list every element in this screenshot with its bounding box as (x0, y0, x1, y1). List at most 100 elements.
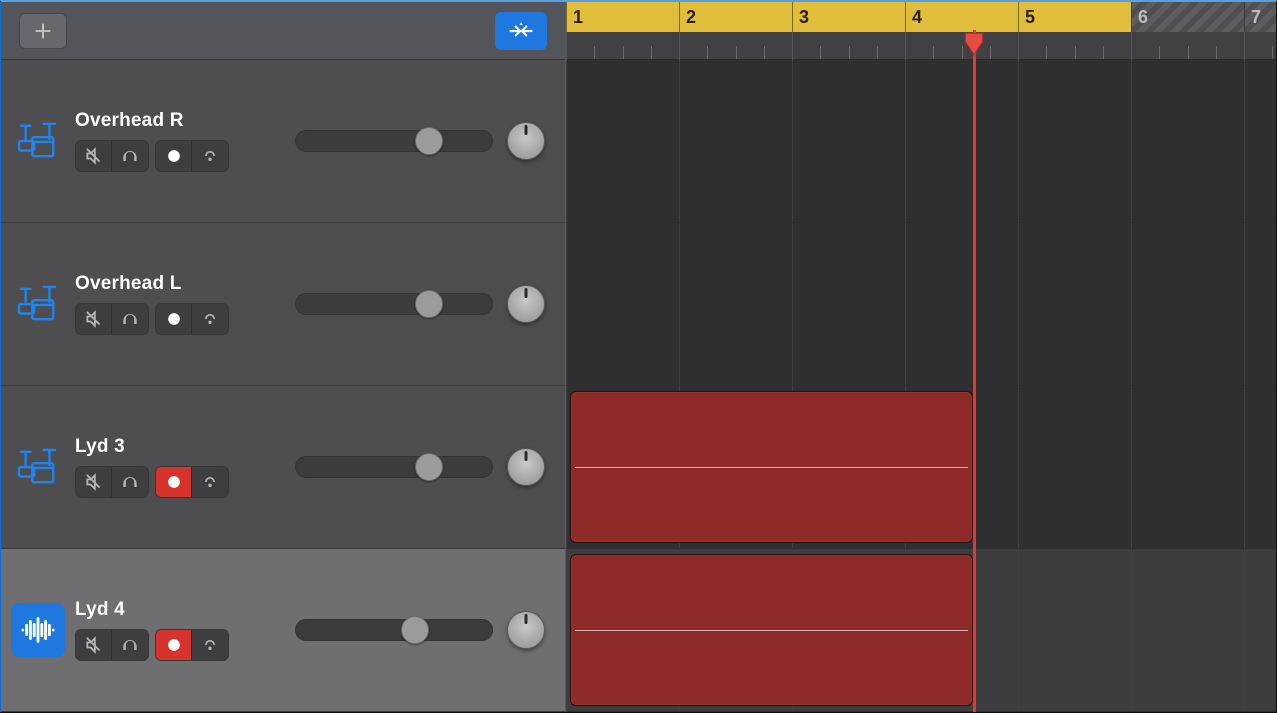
track-lane[interactable] (566, 549, 1276, 712)
drum-icon (11, 440, 65, 494)
ruler-bar[interactable]: 1 (566, 2, 679, 32)
volume-thumb[interactable] (415, 127, 443, 155)
bar-ruler[interactable]: 1234567 (566, 2, 1276, 32)
add-track-button[interactable] (19, 13, 67, 49)
grid-line (679, 60, 680, 222)
beat-tick (1103, 46, 1104, 59)
beat-ruler[interactable] (566, 32, 1276, 60)
grid-line (1244, 223, 1245, 385)
beat-tick (594, 46, 595, 59)
grid-line (905, 60, 906, 222)
beat-tick (1131, 32, 1132, 60)
record-arm-button[interactable] (156, 467, 192, 497)
solo-button[interactable] (112, 467, 148, 497)
pan-knob[interactable] (507, 285, 545, 323)
track-info: Overhead L (75, 273, 235, 335)
beat-tick (820, 46, 821, 59)
pan-knob[interactable] (507, 448, 545, 486)
beat-tick (679, 32, 680, 60)
solo-button[interactable] (112, 141, 148, 171)
mute-button[interactable] (76, 304, 112, 334)
input-monitor-button[interactable] (192, 630, 228, 660)
track-info: Overhead R (75, 110, 235, 172)
beat-tick (990, 46, 991, 59)
pan-knob[interactable] (507, 122, 545, 160)
ruler-bar[interactable]: 2 (679, 2, 792, 32)
track-row[interactable]: Overhead R (1, 60, 565, 223)
volume-slider[interactable] (295, 293, 493, 315)
track-lane[interactable] (566, 386, 1276, 549)
playhead-marker[interactable] (961, 31, 987, 57)
grid-line (792, 60, 793, 222)
beat-tick (566, 32, 567, 60)
ruler-bar[interactable]: 5 (1018, 2, 1131, 32)
mute-button[interactable] (76, 467, 112, 497)
track-row[interactable]: Overhead L (1, 223, 565, 386)
record-arm-button[interactable] (156, 141, 192, 171)
input-monitor-button[interactable] (192, 304, 228, 334)
track-mixer-controls (295, 611, 545, 649)
solo-button[interactable] (112, 304, 148, 334)
beat-tick (651, 46, 652, 59)
track-controls (75, 140, 235, 172)
playhead-line[interactable] (973, 30, 976, 712)
volume-thumb[interactable] (401, 616, 429, 644)
beat-tick (736, 46, 737, 59)
beat-tick (792, 32, 793, 60)
volume-thumb[interactable] (415, 290, 443, 318)
beat-tick (764, 46, 765, 59)
grid-line (1131, 386, 1132, 548)
ruler-bar[interactable]: 7 (1244, 2, 1276, 32)
record-arm-button[interactable] (156, 630, 192, 660)
volume-thumb[interactable] (415, 453, 443, 481)
grid-line (566, 386, 567, 548)
input-monitor-button[interactable] (192, 467, 228, 497)
grid-line (1244, 386, 1245, 548)
grid-line (1018, 223, 1019, 385)
volume-slider[interactable] (295, 456, 493, 478)
audio-region[interactable] (570, 391, 973, 543)
input-monitor-button[interactable] (192, 141, 228, 171)
audio-region[interactable] (570, 554, 973, 706)
track-row[interactable]: Lyd 3 (1, 386, 565, 549)
mute-button[interactable] (76, 630, 112, 660)
beat-tick (905, 32, 906, 60)
track-controls (75, 629, 235, 661)
beat-tick (877, 46, 878, 59)
track-list: Overhead R (1, 60, 565, 712)
grid-line (1018, 386, 1019, 548)
track-name: Lyd 4 (75, 599, 235, 621)
timeline-area[interactable]: 1234567 (566, 2, 1276, 712)
ruler-bar[interactable]: 3 (792, 2, 905, 32)
record-arm-button[interactable] (156, 304, 192, 334)
volume-slider[interactable] (295, 619, 493, 641)
beat-tick (623, 46, 624, 59)
solo-button[interactable] (112, 630, 148, 660)
arrangement-area[interactable] (566, 60, 1276, 712)
track-lane[interactable] (566, 223, 1276, 386)
track-row[interactable]: Lyd 4 (1, 549, 565, 712)
track-filter-button[interactable] (495, 12, 547, 50)
grid-line (1131, 223, 1132, 385)
drum-icon (11, 114, 65, 168)
track-mixer-controls (295, 448, 545, 486)
volume-slider[interactable] (295, 130, 493, 152)
track-name: Lyd 3 (75, 436, 235, 458)
grid-line (792, 223, 793, 385)
mute-button[interactable] (76, 141, 112, 171)
track-lane[interactable] (566, 60, 1276, 223)
grid-line (1131, 549, 1132, 711)
daw-window: Overhead R (0, 0, 1277, 713)
ruler-bar[interactable]: 6 (1131, 2, 1244, 32)
grid-line (1244, 60, 1245, 222)
beat-tick (1046, 46, 1047, 59)
track-info: Lyd 4 (75, 599, 235, 661)
beat-tick (1188, 46, 1189, 59)
track-name: Overhead R (75, 110, 235, 132)
track-info: Lyd 3 (75, 436, 235, 498)
track-mixer-controls (295, 122, 545, 160)
beat-tick (1159, 46, 1160, 59)
track-name: Overhead L (75, 273, 235, 295)
pan-knob[interactable] (507, 611, 545, 649)
ruler-bar[interactable]: 4 (905, 2, 1018, 32)
